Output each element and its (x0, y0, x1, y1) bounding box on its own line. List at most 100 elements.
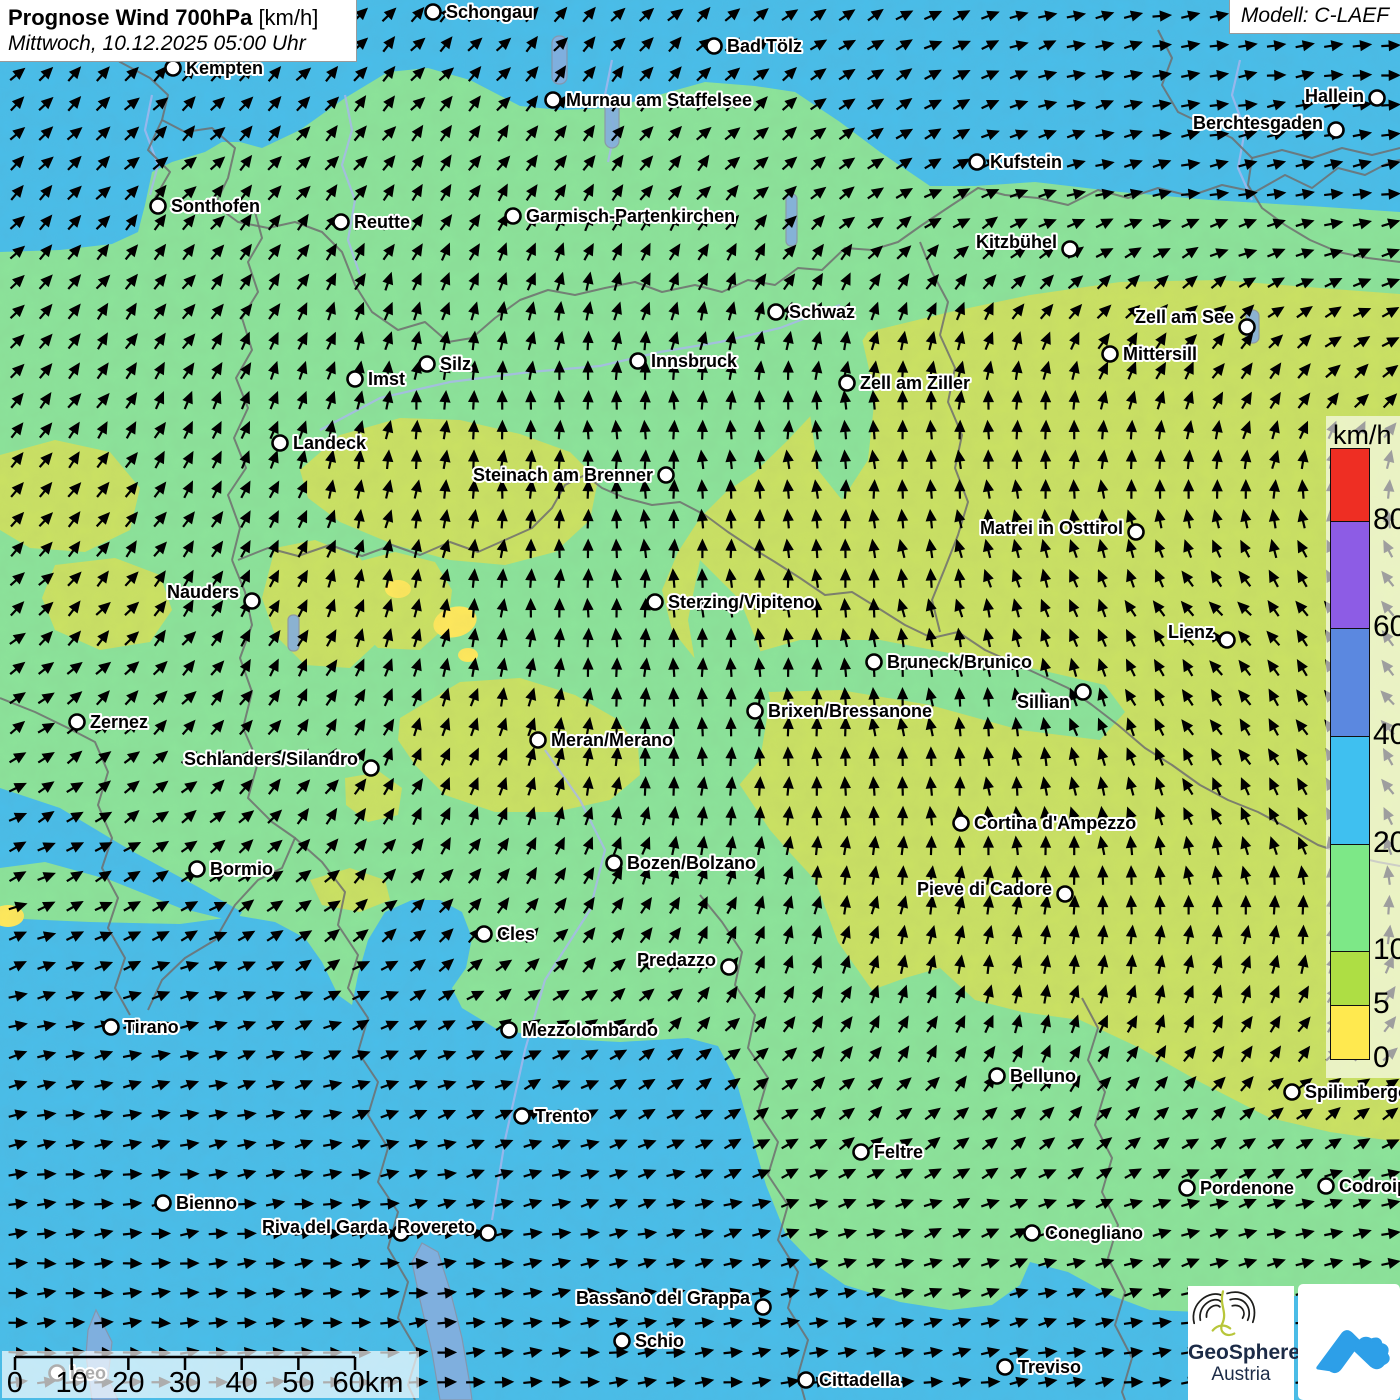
city-marker (970, 155, 985, 170)
city-marker (1063, 242, 1078, 257)
city-label: Mittersill (1123, 344, 1197, 364)
city-marker (840, 376, 855, 391)
city-marker (531, 733, 546, 748)
city-marker (707, 39, 722, 54)
legend-tick-label: 20 (1373, 826, 1400, 860)
city-marker (1319, 1179, 1334, 1194)
city-label: Nauders (167, 582, 239, 602)
city-marker (156, 1196, 171, 1211)
city-marker (867, 655, 882, 670)
city-marker (273, 436, 288, 451)
scale-tick-label: 50 (282, 1367, 314, 1398)
city-marker (1370, 91, 1385, 106)
city-label: Schwaz (789, 302, 855, 322)
legend-color-swatch (1331, 521, 1369, 628)
wind-speed-legend: km/h 806040201050 (1326, 416, 1400, 1078)
city-label: Steinach am Brenner (473, 465, 653, 485)
title-text: Prognose Wind 700hPa (8, 5, 252, 30)
city-label: Codroipo (1339, 1176, 1400, 1196)
city-label: Schlanders/Silandro (184, 749, 358, 769)
legend-color-swatch (1331, 951, 1369, 1005)
forecast-datetime: Mittwoch, 10.12.2025 05:00 Uhr (8, 31, 348, 57)
distance-scale-bar: 0102030405060km (2, 1351, 419, 1398)
model-label: Modell: C-LAEF (1229, 0, 1400, 34)
legend-color-swatch (1331, 1005, 1369, 1059)
city-label: Brixen/Bressanone (768, 701, 932, 721)
city-label: Zernez (90, 712, 148, 732)
city-label: Murnau am Staffelsee (566, 90, 752, 110)
title-box: Prognose Wind 700hPa [km/h] Mittwoch, 10… (0, 0, 357, 62)
city-marker (615, 1334, 630, 1349)
city-marker (631, 354, 646, 369)
city-marker (722, 960, 737, 975)
partner-logo (1298, 1284, 1400, 1400)
title-unit: [km/h] (258, 5, 318, 30)
legend-color-swatch (1331, 449, 1369, 521)
city-marker (756, 1300, 771, 1315)
legend-color-swatch (1331, 628, 1369, 736)
city-label: Sonthofen (171, 196, 260, 216)
city-marker (506, 209, 521, 224)
city-label: Bienno (176, 1193, 237, 1213)
city-label: Treviso (1018, 1357, 1081, 1377)
city-marker (348, 372, 363, 387)
city-marker (607, 856, 622, 871)
city-marker (1058, 887, 1073, 902)
city-marker (477, 927, 492, 942)
legend-color-swatch (1331, 736, 1369, 844)
city-marker (748, 704, 763, 719)
legend-unit-label: km/h (1333, 420, 1392, 451)
city-label: Bormio (210, 859, 273, 879)
city-label: Matrei in Osttirol (980, 518, 1123, 538)
legend-tick-label: 60 (1373, 610, 1400, 644)
city-label: Garmisch-Partenkirchen (526, 206, 735, 226)
legend-tick-label: 5 (1373, 987, 1400, 1021)
city-label: Kufstein (990, 152, 1062, 172)
city-label: Bad Tölz (727, 36, 802, 56)
city-label: Schongau (446, 2, 533, 22)
city-marker (546, 93, 561, 108)
city-marker (1025, 1226, 1040, 1241)
city-marker (334, 215, 349, 230)
city-label: Bassano del Grappa (576, 1288, 751, 1308)
city-marker (1220, 633, 1235, 648)
city-label: Silz (440, 354, 471, 374)
city-marker (70, 715, 85, 730)
legend-tick-label: 10 (1373, 933, 1400, 967)
legend-color-bar (1330, 448, 1370, 1060)
mountain-cloud-icon (1306, 1299, 1392, 1385)
city-label: Tirano (124, 1017, 179, 1037)
weather-map-page: SchongauBad TölzKemptenMurnau am Staffel… (0, 0, 1400, 1400)
city-label: Rovereto (397, 1217, 475, 1237)
city-marker (1129, 525, 1144, 540)
city-label: Sillian (1017, 692, 1070, 712)
geosphere-country: Austria (1188, 1364, 1294, 1385)
city-label: Sterzing/Vipiteno (668, 592, 815, 612)
city-marker (769, 305, 784, 320)
geosphere-contour-icon (1188, 1286, 1260, 1340)
city-marker (659, 468, 674, 483)
city-marker (998, 1360, 1013, 1375)
legend-tick-label: 40 (1373, 718, 1400, 752)
city-marker (954, 816, 969, 831)
city-label: Imst (368, 369, 405, 389)
geosphere-name: GeoSphere (1188, 1342, 1294, 1364)
city-label: Riva del Garda (262, 1217, 389, 1237)
page-title: Prognose Wind 700hPa [km/h] (8, 4, 348, 31)
city-label: Bozen/Bolzano (627, 853, 756, 873)
city-marker (1285, 1085, 1300, 1100)
city-label: Zell am Ziller (860, 373, 970, 393)
city-marker (854, 1145, 869, 1160)
city-label: Hallein (1305, 86, 1364, 106)
scale-tick-label: 20 (112, 1367, 144, 1398)
city-marker (151, 199, 166, 214)
city-marker (420, 357, 435, 372)
city-label: Cortina d'Ampezzo (974, 813, 1136, 833)
city-label: Kitzbühel (976, 232, 1057, 252)
city-marker (515, 1109, 530, 1124)
scale-tick-label: 30 (169, 1367, 201, 1398)
city-marker (990, 1069, 1005, 1084)
scale-ruler: 0102030405060km (2, 1351, 419, 1398)
city-label: Innsbruck (651, 351, 738, 371)
city-marker (364, 761, 379, 776)
